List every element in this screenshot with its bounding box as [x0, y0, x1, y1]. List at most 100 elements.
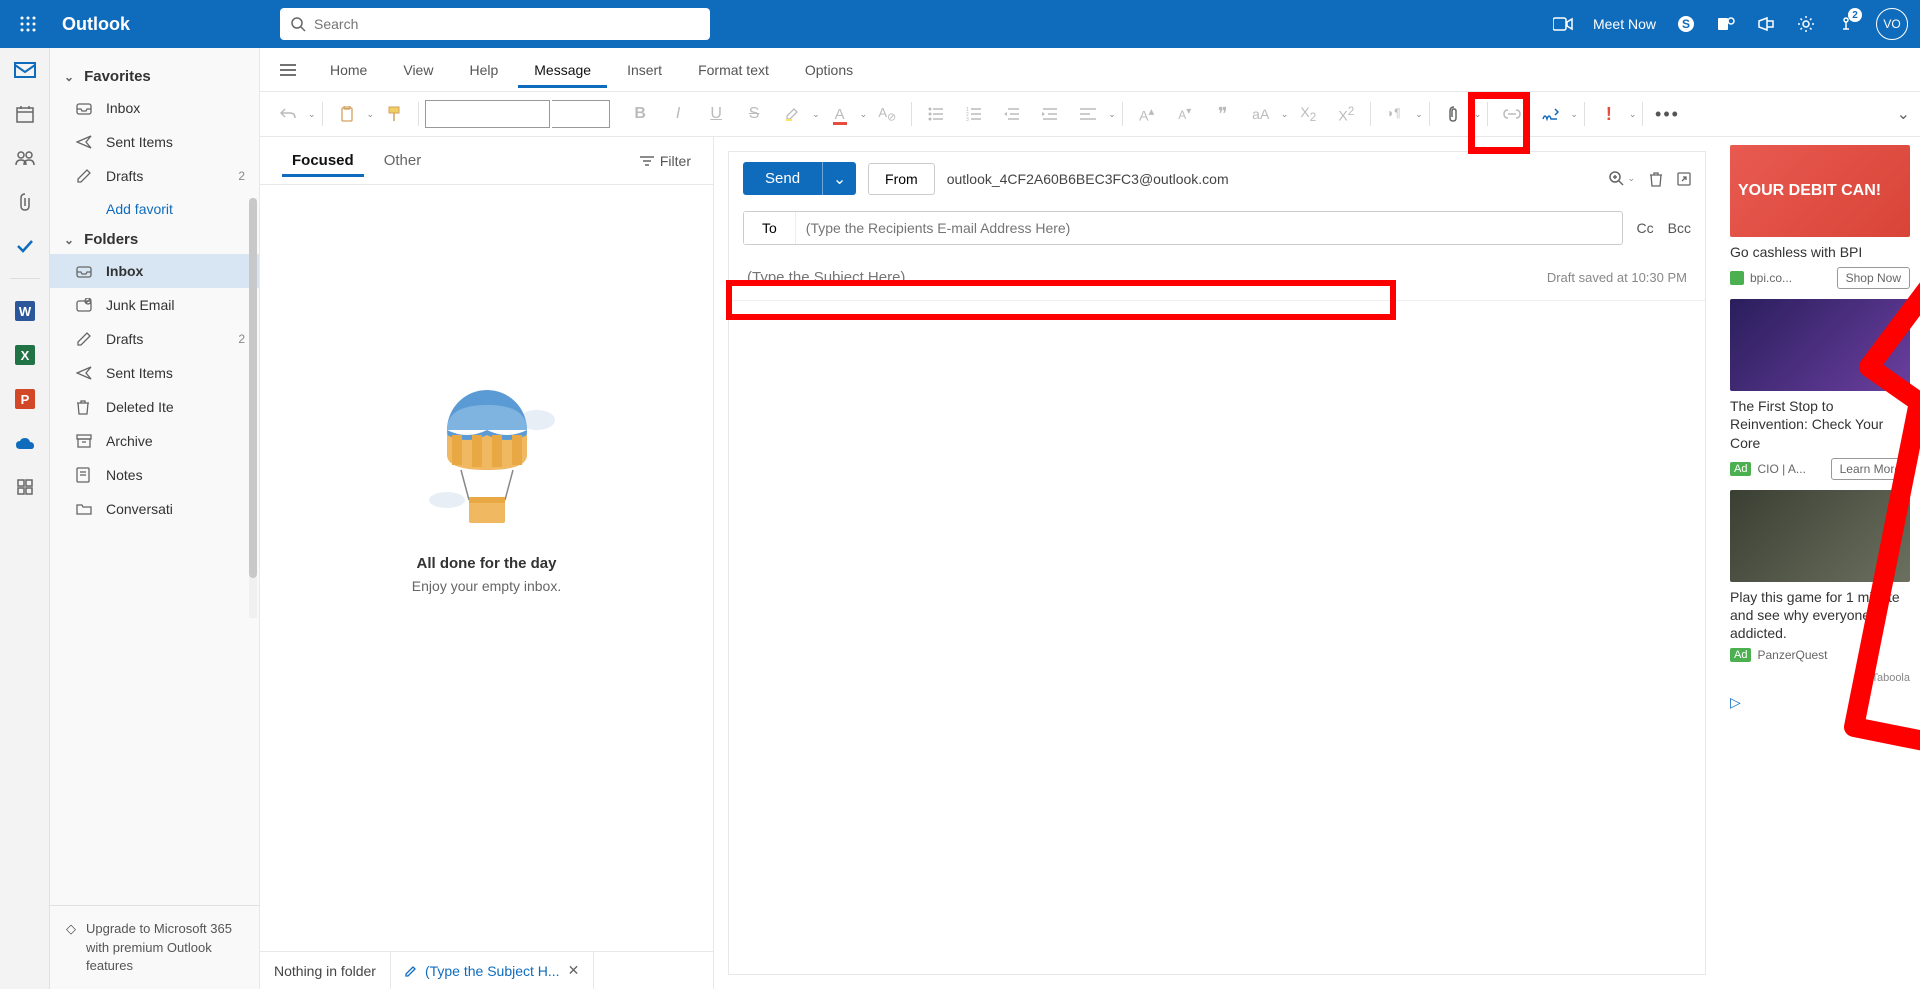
todo-icon[interactable] [13, 234, 37, 258]
add-favorite-link[interactable]: Add favorit [50, 193, 259, 225]
link-icon[interactable] [1494, 96, 1530, 132]
decrease-font-icon[interactable]: A▾ [1167, 96, 1203, 132]
bottom-tab-draft[interactable]: (Type the Subject H... ✕ [391, 952, 594, 989]
bottom-tab-folder[interactable]: Nothing in folder [260, 952, 391, 989]
chevron-down-icon[interactable]: ⌄ [1108, 109, 1116, 120]
from-button[interactable]: From [868, 163, 935, 195]
ad-card[interactable]: YOUR DEBIT CAN! Go cashless with BPI bpi… [1730, 145, 1910, 289]
notifications-icon[interactable] [1836, 14, 1856, 34]
skype-icon[interactable]: S [1676, 14, 1696, 34]
chevron-down-icon[interactable]: ⌄ [1629, 109, 1637, 120]
email-body-input[interactable] [729, 301, 1705, 974]
folders-section[interactable]: ⌄ Folders [50, 225, 259, 254]
menu-view[interactable]: View [387, 52, 449, 88]
tab-focused[interactable]: Focused [282, 144, 364, 177]
paste-icon[interactable] [329, 96, 365, 132]
meet-now-button[interactable]: Meet Now [1593, 16, 1656, 32]
nav-item-conversation[interactable]: Conversati [50, 492, 259, 526]
nav-item-drafts-fav[interactable]: Drafts 2 [50, 159, 259, 193]
search-input[interactable] [314, 16, 700, 32]
underline-icon[interactable]: U [698, 96, 734, 132]
video-icon[interactable] [1553, 14, 1573, 34]
ad-card[interactable]: Play this game for 1 minute and see why … [1730, 490, 1910, 663]
nav-item-inbox[interactable]: Inbox [50, 254, 259, 288]
nav-item-drafts[interactable]: Drafts 2 [50, 322, 259, 356]
settings-gear-icon[interactable] [1796, 14, 1816, 34]
mail-icon[interactable] [13, 58, 37, 82]
menu-format-text[interactable]: Format text [682, 52, 785, 88]
chevron-down-icon[interactable]: ⌄ [1281, 109, 1289, 120]
more-apps-icon[interactable] [13, 475, 37, 499]
files-icon[interactable] [13, 190, 37, 214]
italic-icon[interactable]: I [660, 96, 696, 132]
announcements-icon[interactable] [1756, 14, 1776, 34]
font-color-icon[interactable]: A [822, 96, 858, 132]
attach-icon[interactable] [1436, 96, 1472, 132]
font-size-input[interactable] [552, 100, 610, 128]
subscript-icon[interactable]: X2 [1290, 96, 1326, 132]
favorites-section[interactable]: ⌄ Favorites [50, 62, 259, 91]
ribbon-collapse-icon[interactable]: ⌄ [1897, 104, 1910, 124]
chevron-down-icon[interactable]: ⌄ [1415, 109, 1423, 120]
close-icon[interactable]: ✕ [568, 962, 580, 979]
send-button[interactable]: Send [743, 162, 822, 195]
superscript-icon[interactable]: X2 [1328, 96, 1364, 132]
powerpoint-icon[interactable]: P [13, 387, 37, 411]
indent-icon[interactable] [1032, 96, 1068, 132]
chevron-down-icon[interactable]: ⌄ [367, 109, 375, 120]
menu-message[interactable]: Message [518, 52, 607, 88]
menu-home[interactable]: Home [314, 52, 383, 88]
nav-item-sent[interactable]: Sent Items [50, 356, 259, 390]
strikethrough-icon[interactable]: S [736, 96, 772, 132]
nav-item-archive[interactable]: Archive [50, 424, 259, 458]
menu-insert[interactable]: Insert [611, 52, 678, 88]
chevron-down-icon[interactable]: ⌄ [308, 109, 316, 120]
bullets-icon[interactable] [918, 96, 954, 132]
chevron-down-icon[interactable]: ⌄ [812, 109, 820, 120]
quote-icon[interactable]: ❞ [1205, 96, 1241, 132]
zoom-icon[interactable]: ⌄ [1609, 171, 1635, 187]
nav-item-sent-fav[interactable]: Sent Items [50, 125, 259, 159]
filter-button[interactable]: Filter [640, 153, 691, 169]
highlight-icon[interactable] [774, 96, 810, 132]
subject-input[interactable] [747, 269, 1547, 286]
ad-nav-icon[interactable]: ▷ [1730, 694, 1910, 711]
chevron-down-icon[interactable]: ⌄ [860, 109, 868, 120]
importance-icon[interactable]: ! [1591, 96, 1627, 132]
ad-cta-button[interactable]: Learn More [1831, 458, 1910, 480]
clear-format-icon[interactable]: A⊘ [869, 96, 905, 132]
teams-icon[interactable] [1716, 14, 1736, 34]
upgrade-banner[interactable]: ◇ Upgrade to Microsoft 365 with premium … [50, 905, 259, 989]
calendar-icon[interactable] [13, 102, 37, 126]
nav-item-deleted[interactable]: Deleted Ite [50, 390, 259, 424]
ad-card[interactable]: The First Stop to Reinvention: Check You… [1730, 299, 1910, 480]
to-button[interactable]: To [744, 212, 796, 244]
app-launcher-icon[interactable] [12, 8, 44, 40]
numbering-icon[interactable]: 123 [956, 96, 992, 132]
word-icon[interactable]: W [13, 299, 37, 323]
tab-other[interactable]: Other [374, 144, 432, 177]
menu-options[interactable]: Options [789, 52, 869, 88]
format-painter-icon[interactable] [376, 96, 412, 132]
popout-icon[interactable] [1677, 172, 1691, 186]
align-icon[interactable] [1070, 96, 1106, 132]
ad-cta-button[interactable]: Shop Now [1837, 267, 1910, 289]
signature-icon[interactable] [1532, 96, 1568, 132]
bcc-button[interactable]: Bcc [1668, 220, 1691, 236]
paragraph-dir-icon[interactable]: ◗¶ [1377, 96, 1413, 132]
undo-icon[interactable] [270, 96, 306, 132]
nav-item-junk[interactable]: Junk Email [50, 288, 259, 322]
onedrive-icon[interactable] [13, 431, 37, 455]
discard-icon[interactable] [1649, 171, 1663, 187]
people-icon[interactable] [13, 146, 37, 170]
chevron-down-icon[interactable]: ⌄ [1570, 109, 1578, 120]
cc-button[interactable]: Cc [1637, 220, 1654, 236]
bold-icon[interactable]: B [622, 96, 658, 132]
menu-help[interactable]: Help [453, 52, 514, 88]
font-name-input[interactable] [425, 100, 550, 128]
user-avatar[interactable]: VO [1876, 8, 1908, 40]
increase-font-icon[interactable]: A▴ [1129, 96, 1165, 132]
excel-icon[interactable]: X [13, 343, 37, 367]
nav-scrollbar[interactable] [249, 198, 257, 618]
send-options-chevron[interactable]: ⌄ [822, 162, 856, 195]
